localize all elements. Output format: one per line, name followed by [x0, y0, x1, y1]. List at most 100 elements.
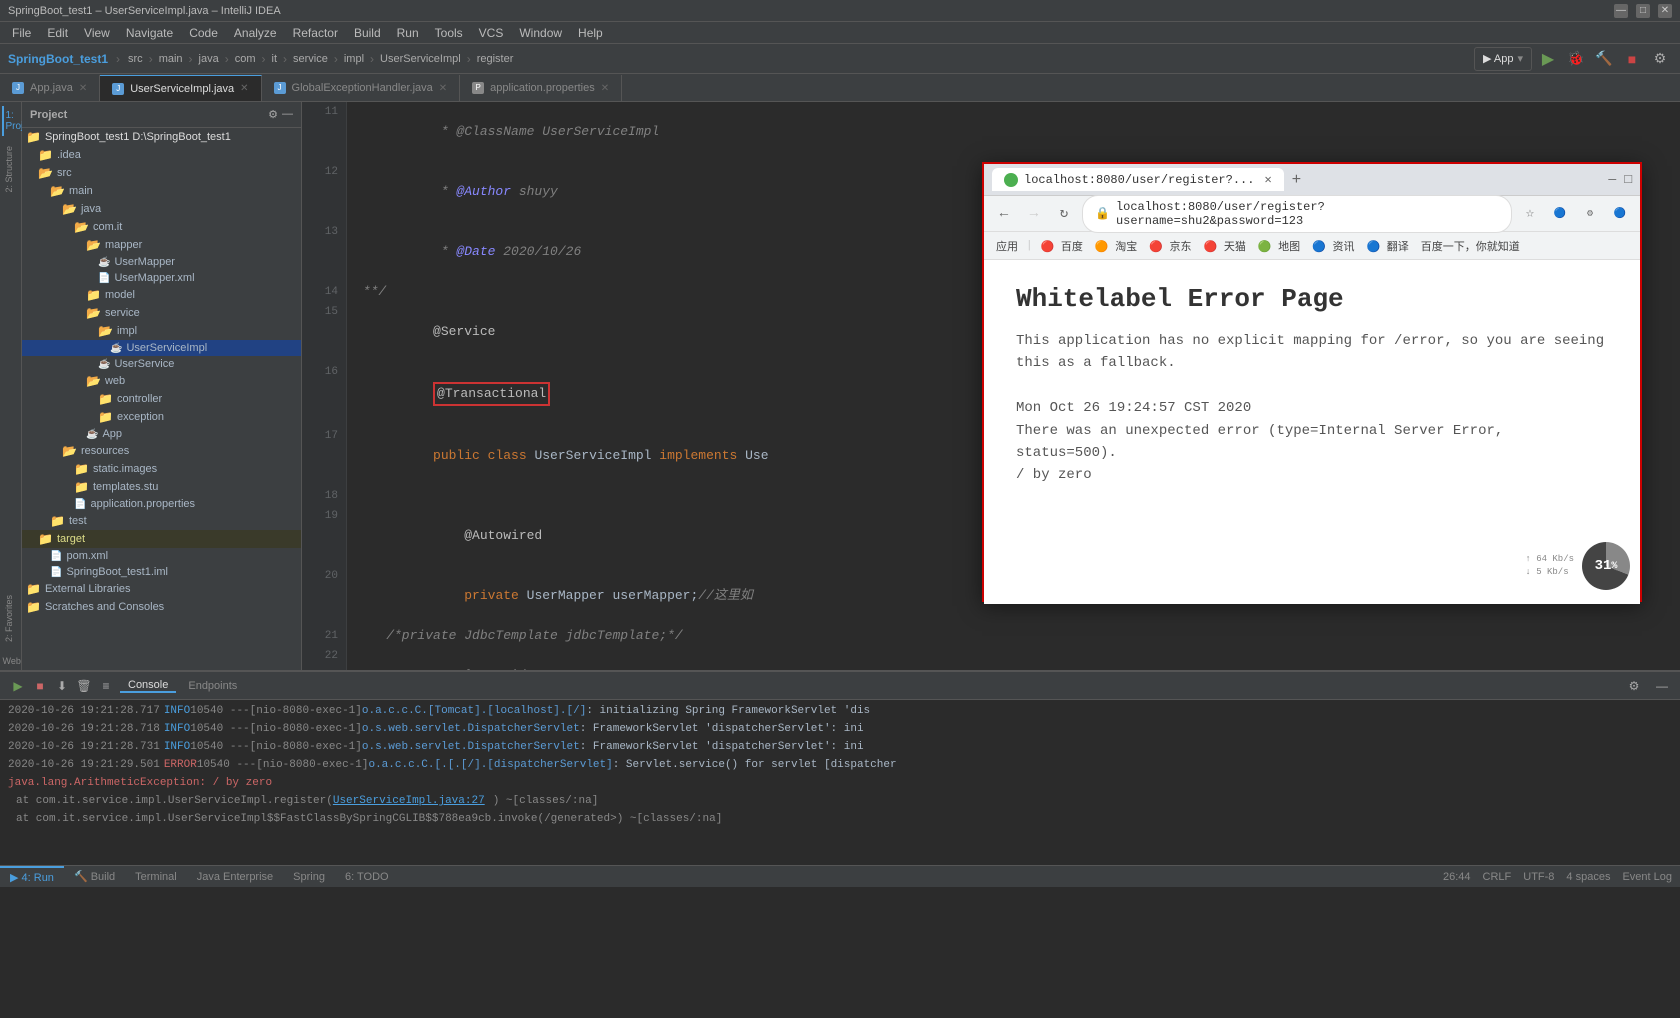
spring-tab[interactable]: Spring	[283, 871, 335, 883]
tree-impl[interactable]: 📂 impl	[22, 322, 301, 340]
tree-project-root[interactable]: 📁 SpringBoot_test1 D:\SpringBoot_test1	[22, 128, 301, 146]
menu-run[interactable]: Run	[389, 22, 427, 44]
bookmark-apps[interactable]: 应用	[992, 238, 1022, 254]
tree-resources[interactable]: 📂 resources	[22, 442, 301, 460]
tab-close-globalexception[interactable]: ✕	[439, 83, 447, 94]
extension-button3[interactable]: 🔵	[1608, 202, 1632, 226]
tree-usermapper-java[interactable]: ☕ UserMapper	[22, 254, 301, 270]
menu-view[interactable]: View	[76, 22, 118, 44]
build-button[interactable]: 🔨	[1592, 47, 1616, 71]
extension-button1[interactable]: 🔵	[1548, 202, 1572, 226]
run-tab-btn[interactable]: ▶ 4: Run	[0, 866, 64, 887]
tree-model[interactable]: 📁 model	[22, 286, 301, 304]
tree-app[interactable]: ☕ App	[22, 426, 301, 442]
tree-src[interactable]: 📂 src	[22, 164, 301, 182]
tree-web[interactable]: 📂 web	[22, 372, 301, 390]
tree-templates[interactable]: 📁 templates.stu	[22, 478, 301, 496]
stack-link-1[interactable]: UserServiceImpl.java:27	[333, 792, 485, 810]
forward-button[interactable]: →	[1022, 202, 1046, 226]
menu-window[interactable]: Window	[511, 22, 570, 44]
menu-file[interactable]: File	[4, 22, 39, 44]
tab-application-properties[interactable]: P application.properties ✕	[460, 75, 622, 101]
menu-vcs[interactable]: VCS	[471, 22, 512, 44]
terminal-tab-btn[interactable]: Terminal	[125, 871, 187, 883]
settings-button[interactable]: ⚙	[1648, 47, 1672, 71]
maximize-button[interactable]: □	[1636, 4, 1650, 18]
tree-target[interactable]: 📁 target	[22, 530, 301, 548]
rerun-button[interactable]: ▶	[8, 676, 28, 696]
favorites-tab[interactable]: 2: Favorites	[2, 587, 20, 650]
todo-tab[interactable]: 6: TODO	[335, 871, 399, 883]
tree-exception[interactable]: 📁 exception	[22, 408, 301, 426]
tree-java[interactable]: 📂 java	[22, 200, 301, 218]
tree-static-images[interactable]: 📁 static.images	[22, 460, 301, 478]
sidebar-close[interactable]: —	[282, 108, 293, 121]
bookmark-baidu[interactable]: 🔴 百度	[1037, 238, 1087, 254]
tree-iml[interactable]: 📄 SpringBoot_test1.iml	[22, 564, 301, 580]
browser-maximize[interactable]: □	[1624, 172, 1632, 187]
menu-refactor[interactable]: Refactor	[285, 22, 346, 44]
stop-button[interactable]: ■	[1620, 47, 1644, 71]
extension-button2[interactable]: ⚙	[1578, 202, 1602, 226]
settings-run[interactable]: ⚙	[1624, 676, 1644, 696]
tab-app-java[interactable]: J App.java ✕	[0, 75, 100, 101]
fold-all[interactable]: ≡	[96, 676, 116, 696]
code-editor[interactable]: 11 * @ClassName UserServiceImpl 12 * @Au…	[302, 102, 1680, 670]
clear-output[interactable]: 🗑	[74, 676, 94, 696]
tab-close-app[interactable]: ✕	[79, 83, 87, 94]
browser-tab[interactable]: localhost:8080/user/register?... ✕	[992, 168, 1284, 191]
bookmark-fanyi[interactable]: 🔵 翻译	[1362, 238, 1412, 254]
tab-close-props[interactable]: ✕	[601, 83, 609, 94]
build-tab-btn[interactable]: 🔨 Build	[64, 870, 125, 883]
refresh-button[interactable]: ↻	[1052, 202, 1076, 226]
bookmark-taobao[interactable]: 🟠 淘宝	[1091, 238, 1141, 254]
new-tab-button[interactable]: +	[1292, 171, 1302, 189]
menu-help[interactable]: Help	[570, 22, 611, 44]
stop-run-button[interactable]: ■	[30, 676, 50, 696]
structure-tab[interactable]: 2: Structure	[2, 138, 20, 201]
minimize-button[interactable]: —	[1614, 4, 1628, 18]
browser-minimize[interactable]: —	[1608, 172, 1616, 187]
bookmark-jd[interactable]: 🔴 京东	[1145, 238, 1195, 254]
tree-userservice[interactable]: ☕ UserService	[22, 356, 301, 372]
tree-main[interactable]: 📂 main	[22, 182, 301, 200]
sidebar-gear[interactable]: ⚙	[268, 108, 278, 121]
bookmark-tianmao[interactable]: 🔴 天猫	[1200, 238, 1250, 254]
endpoints-tab[interactable]: Endpoints	[180, 680, 245, 692]
tree-service[interactable]: 📂 service	[22, 304, 301, 322]
tree-comit[interactable]: 📂 com.it	[22, 218, 301, 236]
scroll-to-end[interactable]: ⬇	[52, 676, 72, 696]
back-button[interactable]: ←	[992, 202, 1016, 226]
menu-navigate[interactable]: Navigate	[118, 22, 181, 44]
bookmark-zixun[interactable]: 🔵 资讯	[1308, 238, 1358, 254]
console-tab[interactable]: Console	[120, 679, 176, 693]
menu-analyze[interactable]: Analyze	[226, 22, 285, 44]
tree-external-libs[interactable]: 📁 External Libraries	[22, 580, 301, 598]
menu-edit[interactable]: Edit	[39, 22, 76, 44]
run-button[interactable]: ▶	[1536, 47, 1560, 71]
tree-scratches[interactable]: 📁 Scratches and Consoles	[22, 598, 301, 616]
tree-userserviceimpl[interactable]: ☕ UserServiceImpl	[22, 340, 301, 356]
tree-controller[interactable]: 📁 controller	[22, 390, 301, 408]
tree-pom[interactable]: 📄 pom.xml	[22, 548, 301, 564]
java-enterprise-tab[interactable]: Java Enterprise	[187, 871, 283, 883]
bookmark-button[interactable]: ☆	[1518, 202, 1542, 226]
tab-globalexception[interactable]: J GlobalExceptionHandler.java ✕	[262, 75, 461, 101]
bookmark-ditu[interactable]: 🟢 地图	[1254, 238, 1304, 254]
tree-app-properties[interactable]: 📄 application.properties	[22, 496, 301, 512]
tree-usermapper-xml[interactable]: 📄 UserMapper.xml	[22, 270, 301, 286]
bookmark-baidusearch[interactable]: 百度一下，你就知道	[1417, 238, 1524, 254]
menu-build[interactable]: Build	[346, 22, 389, 44]
close-button[interactable]: ✕	[1658, 4, 1672, 18]
close-run[interactable]: —	[1652, 676, 1672, 696]
window-controls[interactable]: — □ ✕	[1614, 4, 1672, 18]
web-tab[interactable]: Web	[2, 652, 20, 670]
debug-button[interactable]: 🐞	[1564, 47, 1588, 71]
project-tab[interactable]: 1: Project	[2, 106, 20, 136]
menu-code[interactable]: Code	[181, 22, 226, 44]
tree-mapper[interactable]: 📂 mapper	[22, 236, 301, 254]
tree-test[interactable]: 📁 test	[22, 512, 301, 530]
menu-tools[interactable]: Tools	[427, 22, 471, 44]
run-config-dropdown[interactable]: ▶ App ▾	[1474, 47, 1532, 71]
url-bar[interactable]: 🔒 localhost:8080/user/register?username=…	[1082, 195, 1512, 233]
